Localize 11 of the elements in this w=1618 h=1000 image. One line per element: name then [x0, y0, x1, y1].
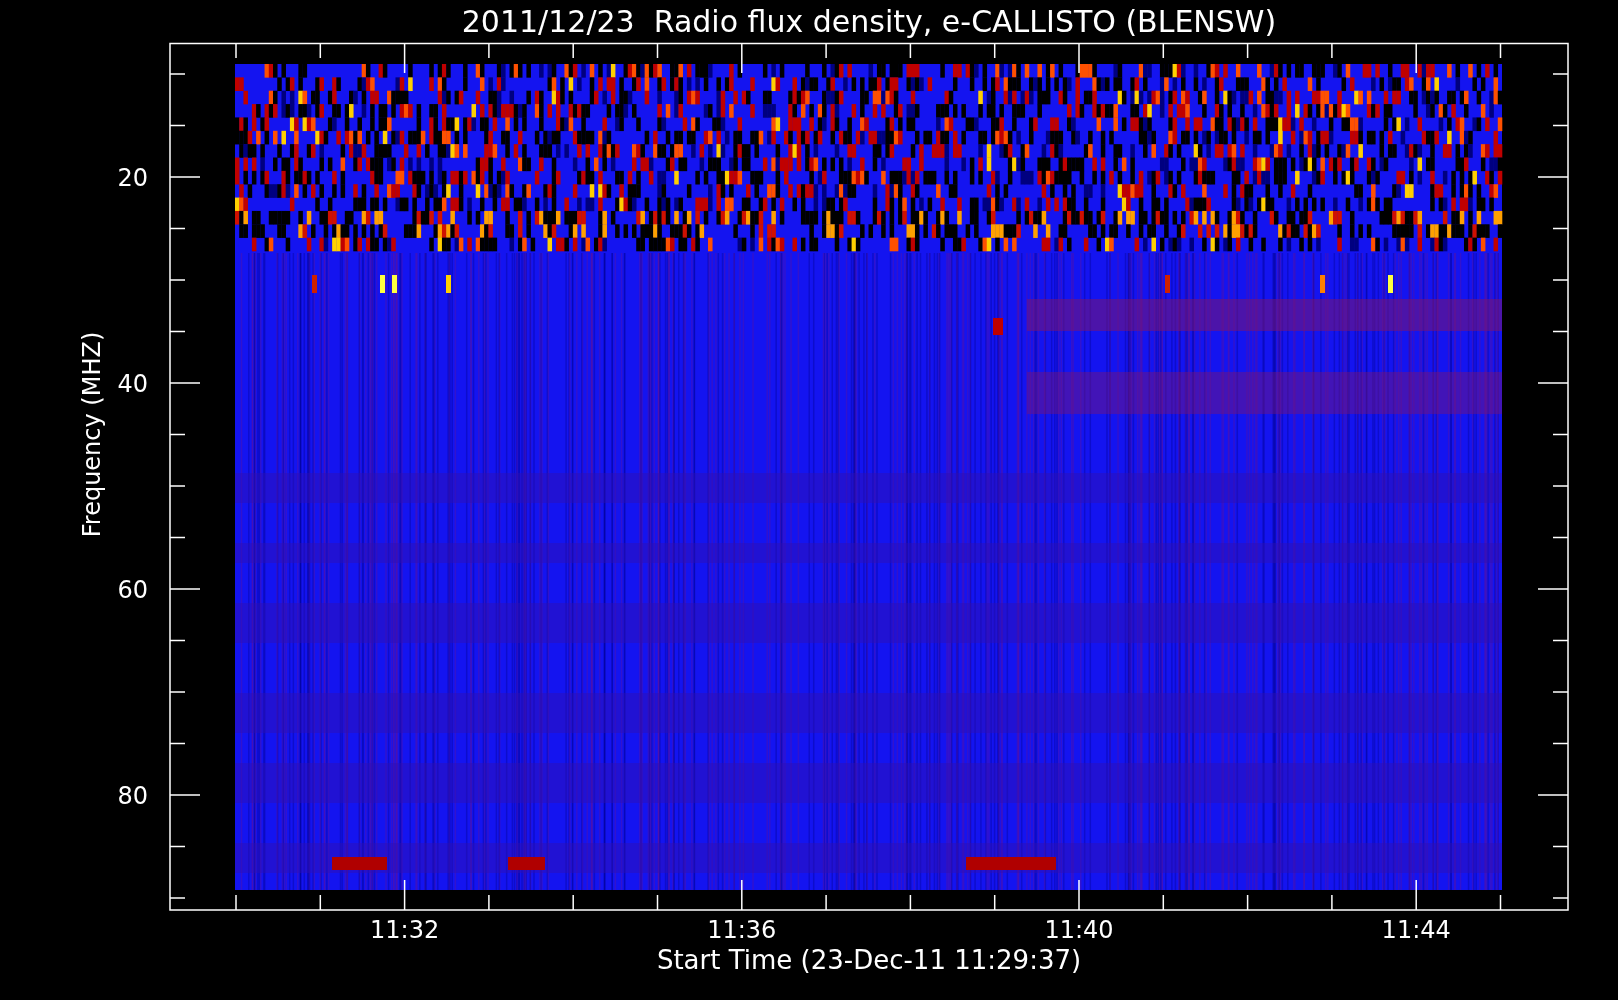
tick-label: 11:40	[1044, 916, 1114, 944]
axis-title: Start Time (23-Dec-11 11:29:37)	[656, 945, 1082, 975]
tick-label: 40	[117, 370, 148, 398]
tick-label: 20	[117, 164, 148, 192]
tick-label: 11:36	[707, 916, 777, 944]
tick-label: 11:44	[1381, 916, 1451, 944]
tick-label: 60	[117, 576, 148, 604]
chart-title: 2011/12/23 Radio flux density, e-CALLISTO (BLENSW)	[461, 4, 1277, 39]
tick-label: 11:32	[370, 916, 440, 944]
tick-label: 80	[117, 782, 148, 810]
axis-title: Frequency (MHZ)	[78, 331, 106, 538]
